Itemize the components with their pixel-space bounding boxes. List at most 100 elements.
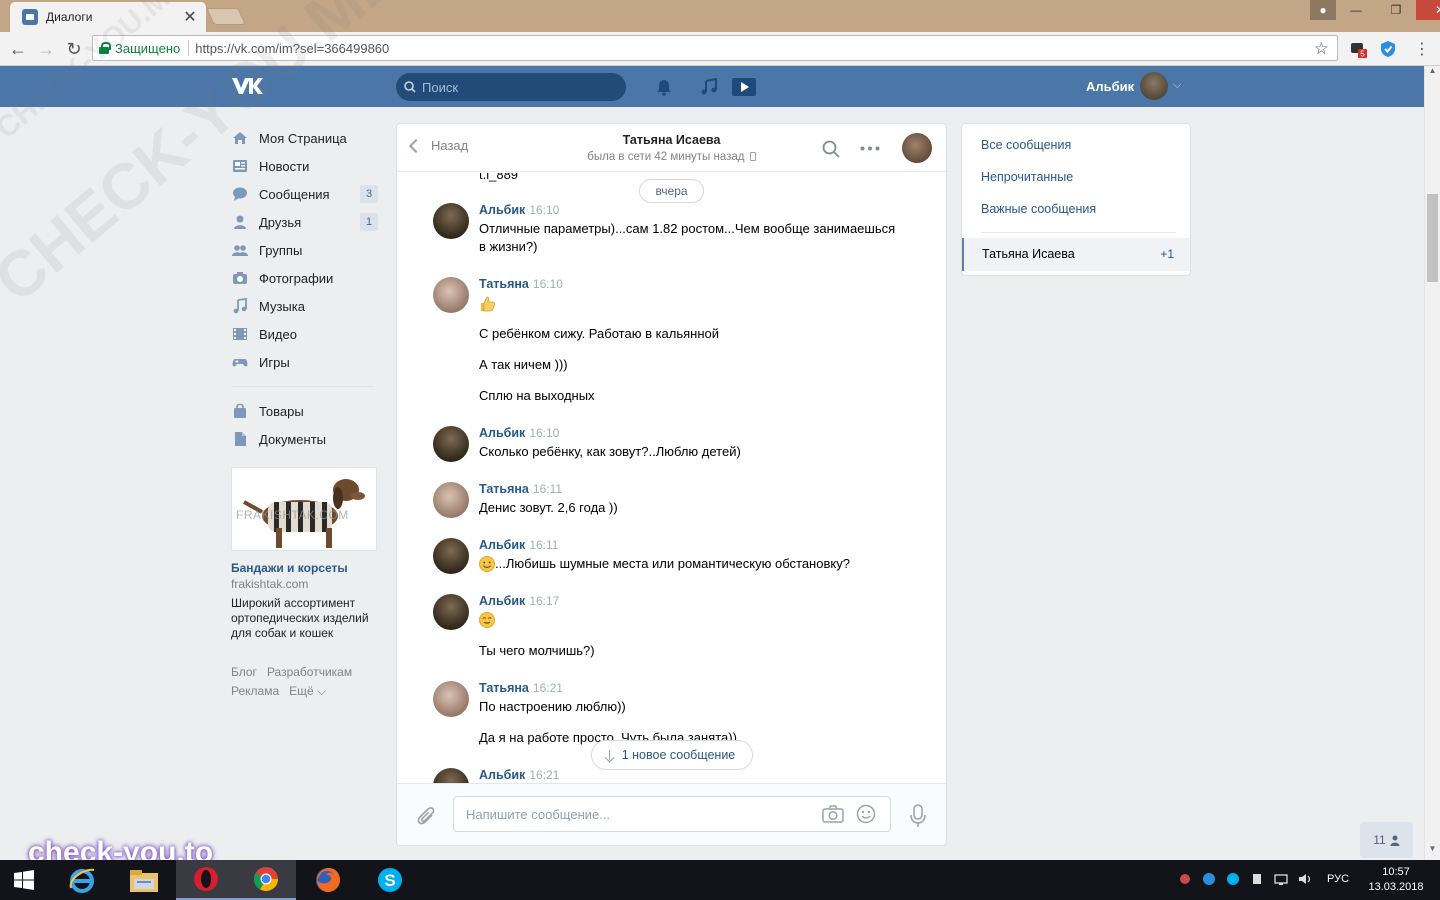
- profile-icon[interactable]: ●: [1310, 0, 1336, 20]
- scrollbar-thumb[interactable]: [1427, 194, 1438, 282]
- author-name[interactable]: Альбик: [479, 594, 525, 608]
- tab-close-icon[interactable]: ✕: [182, 7, 198, 27]
- header-avatar[interactable]: [1140, 72, 1168, 100]
- new-tab-button[interactable]: [206, 8, 246, 25]
- footer-blog-link[interactable]: Блог: [231, 665, 257, 679]
- message-author[interactable]: Альбик 16:10: [479, 203, 559, 217]
- attach-paperclip-icon[interactable]: [417, 806, 437, 828]
- author-name[interactable]: Альбик: [479, 426, 525, 440]
- footer-ads-link[interactable]: Реклама: [231, 684, 279, 698]
- avatar[interactable]: [433, 277, 469, 313]
- message-input[interactable]: [466, 806, 822, 822]
- footer-developers-link[interactable]: Разработчикам: [267, 665, 352, 679]
- ad-site[interactable]: frakishtak.com: [231, 577, 377, 591]
- avatar[interactable]: [433, 203, 469, 239]
- avatar[interactable]: [433, 482, 469, 518]
- back-arrow-icon[interactable]: ←: [8, 39, 28, 59]
- tray-clock[interactable]: 10:57 13.03.2018: [1366, 865, 1426, 895]
- message-author[interactable]: Татьяна 16:21: [479, 681, 563, 695]
- chrome-icon[interactable]: [236, 860, 296, 900]
- file-explorer-icon[interactable]: [114, 860, 174, 900]
- avatar[interactable]: [433, 681, 469, 717]
- video-play-icon[interactable]: [732, 78, 756, 96]
- restore-icon[interactable]: ❐: [1376, 0, 1416, 20]
- author-name[interactable]: Татьяна: [479, 277, 529, 291]
- avatar[interactable]: [433, 594, 469, 630]
- chat-more-icon[interactable]: [860, 146, 880, 151]
- tray-language[interactable]: РУС: [1327, 873, 1349, 885]
- scroll-up-icon[interactable]: ▲: [1425, 66, 1440, 80]
- vk-logo-icon[interactable]: [230, 74, 266, 98]
- author-name[interactable]: Альбик: [479, 203, 525, 217]
- menu-item-photos[interactable]: Фотографии: [226, 264, 382, 292]
- opera-icon[interactable]: [176, 860, 236, 900]
- menu-item-friends[interactable]: Друзья 1: [226, 208, 382, 236]
- author-name[interactable]: Альбик: [479, 538, 525, 552]
- menu-item-messages[interactable]: Сообщения 3: [226, 180, 382, 208]
- message-author[interactable]: Татьяна 16:11: [479, 482, 562, 496]
- message-author[interactable]: Альбик 16:11: [479, 538, 558, 552]
- microphone-icon[interactable]: [909, 804, 927, 828]
- message-history[interactable]: t.i_889 вчера Альбик 16:10 Отличные парам…: [397, 173, 946, 783]
- search-box[interactable]: [396, 73, 626, 101]
- message-author[interactable]: Татьяна 16:10: [479, 277, 563, 291]
- message-author[interactable]: Альбик 16:21: [479, 768, 559, 782]
- footer-more-link[interactable]: Ещё ⌵: [289, 684, 326, 698]
- page-scrollbar[interactable]: ▲ ▼: [1424, 66, 1440, 860]
- tray-shield-icon[interactable]: [1202, 872, 1216, 886]
- chat-search-icon[interactable]: [822, 140, 840, 158]
- avatar[interactable]: [433, 426, 469, 462]
- filter-all-messages[interactable]: Все сообщения: [981, 138, 1071, 152]
- message-author[interactable]: Альбик 16:17: [479, 594, 559, 608]
- tray-network-icon[interactable]: [1274, 872, 1288, 886]
- windows-start-icon[interactable]: [0, 860, 48, 900]
- selected-dialog-item[interactable]: Татьяна Исаева +1: [962, 238, 1190, 271]
- menu-item-music[interactable]: Музыка: [226, 292, 382, 320]
- chevron-down-icon[interactable]: ⌵: [1173, 79, 1181, 92]
- skype-icon[interactable]: S: [360, 860, 420, 900]
- tray-skype-icon[interactable]: [1226, 872, 1240, 886]
- firefox-icon[interactable]: [298, 860, 358, 900]
- online-friends-button[interactable]: 11: [1360, 822, 1413, 858]
- author-name[interactable]: Татьяна: [479, 482, 529, 496]
- filter-important[interactable]: Важные сообщения: [981, 202, 1096, 216]
- camera-attach-icon[interactable]: [822, 805, 844, 823]
- menu-item-goods[interactable]: Товары: [226, 397, 382, 425]
- music-note-icon[interactable]: [700, 78, 720, 96]
- browser-menu-icon[interactable]: ⋮: [1412, 39, 1432, 59]
- message-author[interactable]: Альбик 16:10: [479, 426, 559, 440]
- minimize-icon[interactable]: —: [1336, 0, 1376, 20]
- chat-avatar[interactable]: [902, 133, 932, 163]
- menu-item-video[interactable]: Видео: [226, 320, 382, 348]
- url-text[interactable]: https://vk.com/im?sel=366499860: [195, 41, 389, 56]
- avatar[interactable]: [433, 768, 469, 783]
- menu-item-documents[interactable]: Документы: [226, 425, 382, 453]
- chat-title[interactable]: Татьяна Исаева: [397, 133, 946, 147]
- emoji-smile-icon[interactable]: [856, 804, 876, 824]
- browser-tab[interactable]: Диалоги ✕: [10, 2, 206, 32]
- ad-title[interactable]: Бандажи и корсеты: [231, 561, 377, 575]
- tray-volume-icon[interactable]: [1298, 872, 1312, 886]
- menu-item-groups[interactable]: Группы: [226, 236, 382, 264]
- avatar[interactable]: [433, 538, 469, 574]
- author-name[interactable]: Татьяна: [479, 681, 529, 695]
- author-name[interactable]: Альбик: [479, 768, 525, 782]
- ad-image[interactable]: FRAKISHTAK.COM: [231, 467, 377, 551]
- menu-item-games[interactable]: Игры: [226, 348, 382, 376]
- bookmark-star-icon[interactable]: ☆: [1314, 39, 1329, 59]
- notifications-bell-icon[interactable]: [655, 78, 675, 96]
- message-input-box[interactable]: [453, 796, 891, 832]
- shield-extension-icon[interactable]: [1378, 39, 1398, 59]
- internet-explorer-icon[interactable]: [52, 860, 112, 900]
- reload-icon[interactable]: ↻: [64, 39, 84, 59]
- tray-app-icon[interactable]: [1178, 872, 1192, 886]
- close-window-icon[interactable]: ✕: [1416, 0, 1440, 20]
- menu-item-news[interactable]: Новости: [226, 152, 382, 180]
- new-message-button[interactable]: 1 новое сообщение: [591, 740, 753, 770]
- search-input[interactable]: [422, 79, 612, 95]
- scroll-down-icon[interactable]: ▼: [1425, 844, 1440, 858]
- extension-icon[interactable]: 5: [1348, 39, 1368, 59]
- ad-block[interactable]: FRAKISHTAK.COM Бандажи и корсеты frakish…: [231, 467, 377, 641]
- forward-arrow-icon[interactable]: →: [36, 39, 56, 59]
- omnibox[interactable]: Защищено https://vk.com/im?sel=366499860…: [92, 35, 1338, 61]
